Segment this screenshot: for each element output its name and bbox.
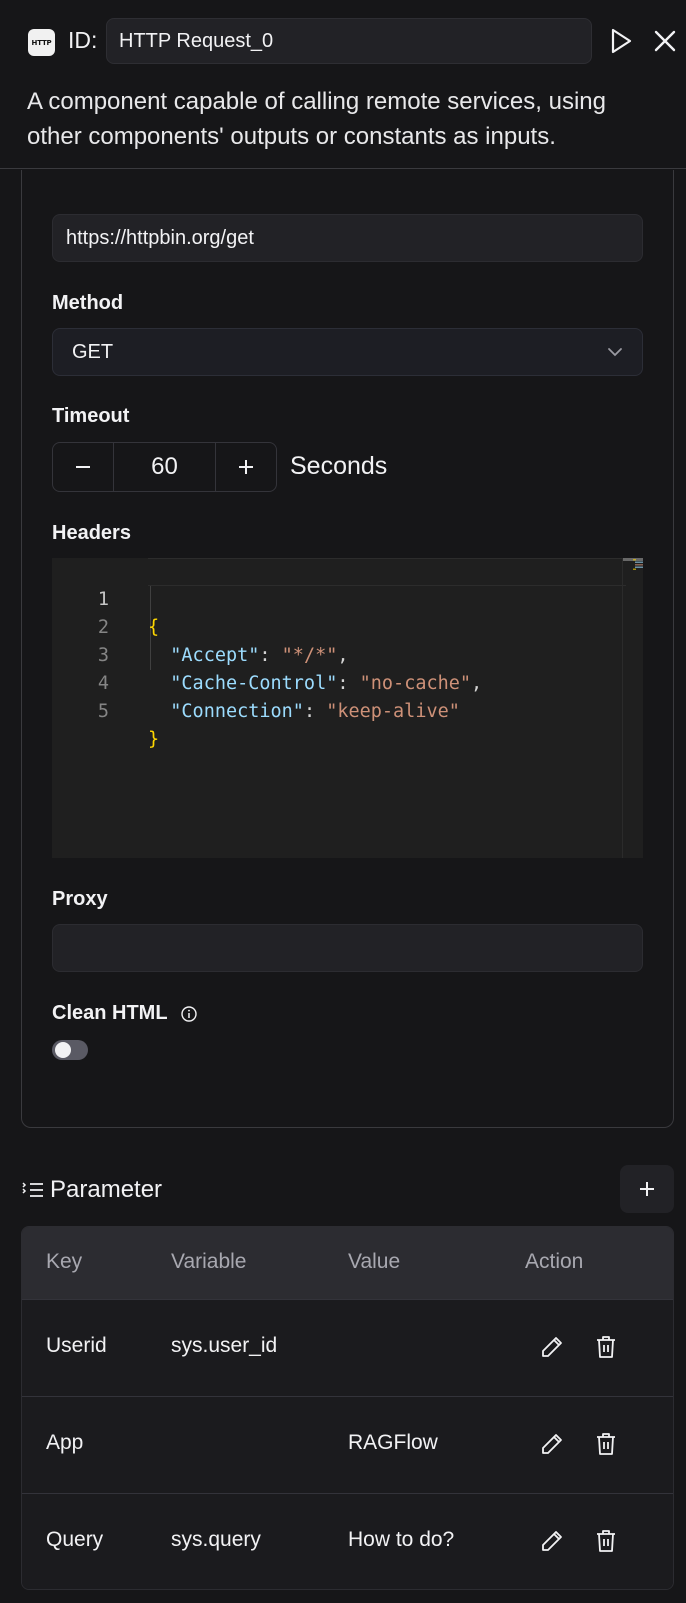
proxy-input[interactable] xyxy=(52,924,643,972)
parameter-table: Key Variable Value Action Userid sys.use… xyxy=(21,1226,674,1590)
logo-text: HTTP xyxy=(31,38,52,47)
run-button[interactable] xyxy=(604,24,638,58)
close-icon xyxy=(654,30,676,52)
header-value: "keep-alive" xyxy=(326,701,460,722)
cell-value: RAGFlow xyxy=(348,1431,438,1454)
cell-key: Userid xyxy=(46,1334,107,1357)
timeout-unit: Seconds xyxy=(290,452,388,480)
timeout-label: Timeout xyxy=(52,405,130,427)
url-input[interactable]: https://httpbin.org/get xyxy=(52,214,643,262)
delete-button[interactable] xyxy=(593,1333,619,1361)
column-header-action: Action xyxy=(525,1250,584,1273)
minus-icon xyxy=(76,466,90,468)
table-row: App RAGFlow xyxy=(22,1396,673,1494)
decrement-button[interactable] xyxy=(53,443,113,491)
plus-icon xyxy=(640,1182,654,1196)
headers-label: Headers xyxy=(52,522,131,544)
delete-button[interactable] xyxy=(593,1527,619,1555)
code-line: 3 "Cache-Control": "no-cache", xyxy=(52,614,612,694)
timeout-stepper: 60 xyxy=(52,442,277,492)
cell-value: How to do? xyxy=(348,1528,455,1551)
add-parameter-button[interactable] xyxy=(620,1165,674,1213)
cell-variable: sys.query xyxy=(171,1528,261,1551)
editor-minimap[interactable] xyxy=(632,558,643,570)
parameter-title: Parameter xyxy=(50,1176,163,1203)
close-brace: } xyxy=(148,729,160,750)
chevron-down-icon xyxy=(608,348,622,357)
column-header-key: Key xyxy=(46,1250,83,1273)
column-header-value: Value xyxy=(348,1250,401,1273)
id-label: ID: xyxy=(68,27,98,53)
timeout-value[interactable]: 60 xyxy=(113,443,216,491)
close-button[interactable] xyxy=(648,24,682,58)
proxy-label: Proxy xyxy=(52,888,108,910)
line-number: 5 xyxy=(97,701,109,722)
edit-button[interactable] xyxy=(539,1527,565,1555)
component-id-input[interactable]: HTTP Request_0 xyxy=(106,18,592,64)
column-header-variable: Variable xyxy=(171,1250,247,1273)
panel-header: HTTP ID: HTTP Request_0 A component capa… xyxy=(0,0,686,169)
table-row: Userid sys.user_id xyxy=(22,1299,673,1397)
editor-scrollbar-track[interactable] xyxy=(622,558,623,858)
list-icon xyxy=(22,1182,43,1197)
code-line: 4 "Connection": "keep-alive" xyxy=(52,642,612,722)
pencil-icon xyxy=(542,1531,562,1551)
headers-code-editor[interactable]: 1 { 2 "Accept": "*/*", 3 "Cache-Control"… xyxy=(52,558,643,858)
header-key: "Connection" xyxy=(170,701,304,722)
method-select[interactable]: GET xyxy=(52,328,643,376)
method-value: GET xyxy=(72,340,114,363)
cell-variable: sys.user_id xyxy=(171,1334,278,1357)
table-header: Key Variable Value Action xyxy=(22,1227,673,1299)
toggle-knob xyxy=(55,1042,71,1058)
trash-icon xyxy=(597,1336,615,1358)
colon: : xyxy=(303,701,327,722)
cell-key: Query xyxy=(46,1528,104,1551)
increment-button[interactable] xyxy=(216,443,276,491)
clean-html-toggle[interactable] xyxy=(52,1040,88,1060)
code-line: 1 { xyxy=(52,558,612,638)
code-line: 5 } xyxy=(52,670,612,750)
trash-icon xyxy=(597,1433,615,1455)
table-row: Query sys.query How to do? xyxy=(22,1493,673,1589)
edit-button[interactable] xyxy=(539,1430,565,1458)
parameter-section-title: Parameter xyxy=(22,1174,162,1206)
pencil-icon xyxy=(542,1434,562,1454)
clean-html-label: Clean HTML xyxy=(52,1002,198,1025)
cell-key: App xyxy=(46,1431,84,1454)
play-icon xyxy=(611,28,632,54)
component-description: A component capable of calling remote se… xyxy=(27,88,606,150)
component-id-value: HTTP Request_0 xyxy=(119,29,274,52)
clean-html-label-text: Clean HTML xyxy=(52,1002,168,1024)
pencil-icon xyxy=(542,1337,562,1357)
code-line: 2 "Accept": "*/*", xyxy=(52,586,612,666)
delete-button[interactable] xyxy=(593,1430,619,1458)
http-logo-icon: HTTP xyxy=(28,29,55,56)
info-icon[interactable] xyxy=(180,1005,198,1023)
url-value: https://httpbin.org/get xyxy=(66,226,254,249)
edit-button[interactable] xyxy=(539,1333,565,1361)
method-label: Method xyxy=(52,292,124,314)
plus-icon xyxy=(239,460,253,474)
trash-icon xyxy=(597,1530,615,1552)
